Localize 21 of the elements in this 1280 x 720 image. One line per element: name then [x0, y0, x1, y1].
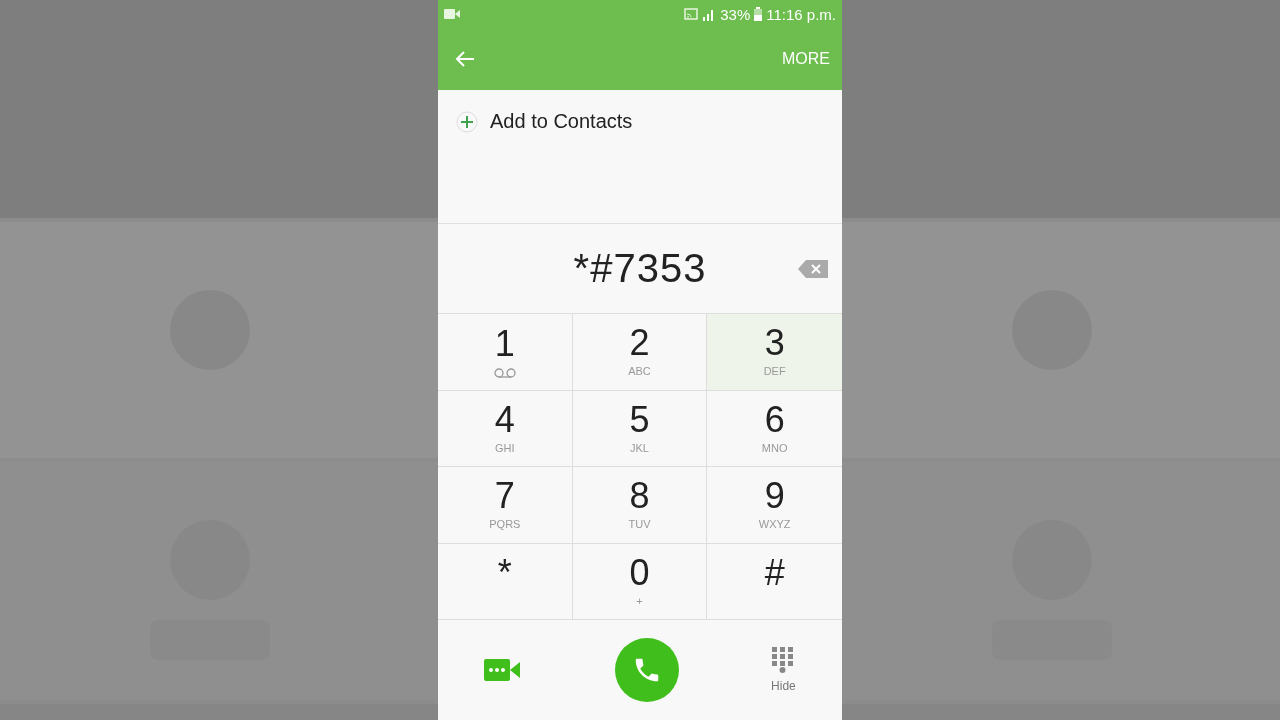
dial-key[interactable]: 1 [438, 314, 573, 391]
clock-time: 11:16 p.m. [766, 5, 836, 23]
dial-key[interactable]: 2 ABC [572, 314, 708, 391]
dial-key[interactable]: 4 GHI [438, 390, 573, 467]
dial-key[interactable]: 3 DEF [707, 314, 842, 391]
dial-key[interactable]: 5 JKL [572, 390, 708, 467]
battery-percent: 33% [720, 5, 751, 23]
plus-icon [456, 110, 478, 133]
hide-keypad-button[interactable]: Hide [771, 647, 796, 693]
cast-icon [684, 8, 699, 20]
dial-key[interactable]: 7 PQRS [438, 467, 573, 544]
video-call-icon[interactable] [484, 659, 523, 681]
voicemail-icon [493, 367, 516, 378]
dial-key[interactable]: * [438, 543, 573, 620]
video-icon [444, 8, 460, 20]
dial-key[interactable]: 8 TUV [572, 467, 708, 544]
add-to-contacts-button[interactable]: Add to Contacts [456, 110, 633, 133]
battery-icon [754, 7, 763, 21]
dial-key[interactable]: 0 + [572, 543, 708, 620]
dialed-number: *#7353 [573, 246, 707, 291]
backspace-icon[interactable] [798, 260, 828, 278]
